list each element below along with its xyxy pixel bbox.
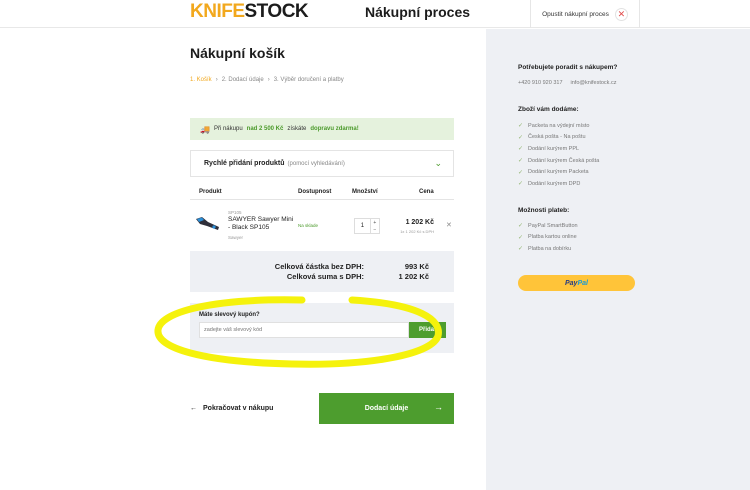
chevron-down-icon[interactable]: ⌄ xyxy=(434,158,442,169)
delivery-heading: Zboží vám dodáme: xyxy=(518,106,579,113)
exit-checkout-label: Opustit nákupní proces xyxy=(542,10,609,18)
list-item: ✓ Platba kartou online xyxy=(518,234,577,241)
check-icon: ✓ xyxy=(518,169,524,176)
total-without-vat-value: 993 Kč xyxy=(404,262,429,271)
check-icon: ✓ xyxy=(518,246,524,253)
close-icon[interactable]: ✕ xyxy=(614,7,628,21)
quantity-increase-button[interactable]: + xyxy=(371,219,379,226)
product-code: SP105 xyxy=(228,210,242,215)
coupon-section: Máte slevový kupón? Přidat xyxy=(190,303,454,353)
free-shipping-prefix: Při nákupu xyxy=(213,126,243,132)
list-item: ✓ Dodání kurýrem PPL xyxy=(518,145,580,153)
check-icon: ✓ xyxy=(518,223,524,230)
product-price: 1 202 Kč xyxy=(405,219,434,226)
payment-heading: Možnosti plateb: xyxy=(518,207,570,214)
arrow-right-icon: → xyxy=(434,402,443,412)
free-shipping-middle: získáte xyxy=(287,126,307,132)
advice-heading: Potřebujete poradit s nákupem? xyxy=(518,64,618,71)
coupon-label: Máte slevový kupón? xyxy=(199,312,260,318)
delivery-details-label: Dodací údaje xyxy=(364,405,409,412)
product-image[interactable] xyxy=(194,215,221,232)
quantity-decrease-button[interactable]: − xyxy=(371,226,379,233)
logo-knife: KNIFE xyxy=(190,1,245,22)
check-icon: ✓ xyxy=(518,146,524,153)
coupon-input[interactable] xyxy=(199,322,409,338)
remove-item-icon[interactable]: ✕ xyxy=(446,221,452,229)
delivery-details-button[interactable]: Dodací údaje → xyxy=(319,393,454,424)
col-quantity: Množství xyxy=(352,189,378,195)
email-link[interactable]: info@knifestock.cz xyxy=(571,80,617,86)
quick-add-label: Rychlé přidání produktů xyxy=(204,160,285,167)
quick-add-hint: (pomocí vyhledávání) xyxy=(287,160,345,167)
free-shipping-banner: 🚚 Při nákupu nad 2 500 Kč získáte doprav… xyxy=(190,118,454,140)
info-sidebar: Potřebujete poradit s nákupem? +420 910 … xyxy=(486,29,750,490)
check-icon: ✓ xyxy=(518,134,524,141)
list-item: ✓ Dodání kurýrem Packeta xyxy=(518,169,589,176)
paypal-logo-pay: Pay xyxy=(565,279,578,287)
contact-info: +420 910 920 317 info@knifestock.cz xyxy=(518,80,616,86)
col-price: Cena xyxy=(419,189,434,195)
quantity-value[interactable]: 1 xyxy=(355,219,370,233)
free-shipping-highlight: dopravu zdarma! xyxy=(310,126,359,132)
list-item: ✓ Platba na dobírku xyxy=(518,245,572,253)
delivery-options-list: ✓ Packeta na výdejní místo ✓ Česká pošta -… xyxy=(518,120,599,190)
list-item: ✓ Packeta na výdejní místo xyxy=(518,122,590,130)
list-item: ✓ Dodání kurýrem Česká pošta xyxy=(518,157,600,165)
header-title: Nákupní proces xyxy=(365,4,471,20)
check-icon: ✓ xyxy=(518,234,524,241)
col-availability: Dostupnost xyxy=(298,189,332,195)
paypal-button[interactable]: Pay Pal xyxy=(518,275,635,291)
product-unit-price: 1x 1 202 Kč s DPH xyxy=(400,229,434,234)
logo-stock: STOCK xyxy=(244,1,309,22)
add-coupon-button[interactable]: Přidat xyxy=(409,322,446,338)
site-logo[interactable]: KNIFESTOCK xyxy=(190,1,309,23)
total-with-vat-label: Celková suma s DPH: xyxy=(286,272,364,281)
total-without-vat-label: Celková částka bez DPH: xyxy=(274,262,364,271)
availability-status: Na sklade xyxy=(298,223,319,228)
check-icon: ✓ xyxy=(518,158,524,165)
cart-totals: Celková částka bez DPH: 993 Kč Celková s… xyxy=(190,251,454,292)
cart-table-header: Produkt Dostupnost Množství Cena xyxy=(190,186,454,200)
page-title: Nákupní košík xyxy=(190,45,285,61)
phone-link[interactable]: +420 910 920 317 xyxy=(518,80,563,86)
quick-add-dropdown[interactable]: Rychlé přidání produktů (pomocí vyhledáv… xyxy=(190,150,454,177)
step-cart[interactable]: 1. Košík xyxy=(190,77,212,83)
free-shipping-amount: nad 2 500 Kč xyxy=(246,126,284,132)
check-icon: ✓ xyxy=(518,181,524,188)
total-with-vat-value: 1 202 Kč xyxy=(398,272,429,281)
continue-shopping-link[interactable]: ← Pokračovat v nákupu xyxy=(190,405,273,412)
col-product: Produkt xyxy=(199,189,222,195)
top-header: KNIFESTOCK Nákupní proces Opustit nákupn… xyxy=(0,0,750,28)
step-shipping-payment[interactable]: 3. Výběr doručení a platby xyxy=(274,77,344,83)
quantity-stepper[interactable]: 1 + − xyxy=(354,218,380,234)
step-separator: › xyxy=(267,77,270,83)
list-item: ✓ PayPal SmartButton xyxy=(518,222,578,230)
checkout-page: KNIFESTOCK Nákupní proces Opustit nákupn… xyxy=(0,0,750,490)
truck-icon: 🚚 xyxy=(200,124,210,134)
checkout-steps: 1. Košík › 2. Dodací údaje › 3. Výběr do… xyxy=(190,77,344,83)
continue-shopping-label: Pokračovat v nákupu xyxy=(203,405,274,412)
paypal-logo-pal: Pal xyxy=(577,279,588,287)
arrow-left-icon: ← xyxy=(190,405,197,412)
list-item: ✓ Dodání kurýrem DPD xyxy=(518,180,581,188)
check-icon: ✓ xyxy=(518,123,524,130)
exit-checkout-button[interactable]: Opustit nákupní proces ✕ xyxy=(530,0,640,28)
product-brand: Sawyer xyxy=(228,235,244,240)
step-separator: › xyxy=(215,77,218,83)
payment-options-list: ✓ PayPal SmartButton ✓ Platba kartou onlin… xyxy=(518,220,578,255)
list-item: ✓ Česká pošta - Na poštu xyxy=(518,134,586,141)
step-delivery-details[interactable]: 2. Dodací údaje xyxy=(222,77,264,83)
product-name[interactable]: SAWYER Sawyer Mini - Black SP105 xyxy=(228,216,294,232)
